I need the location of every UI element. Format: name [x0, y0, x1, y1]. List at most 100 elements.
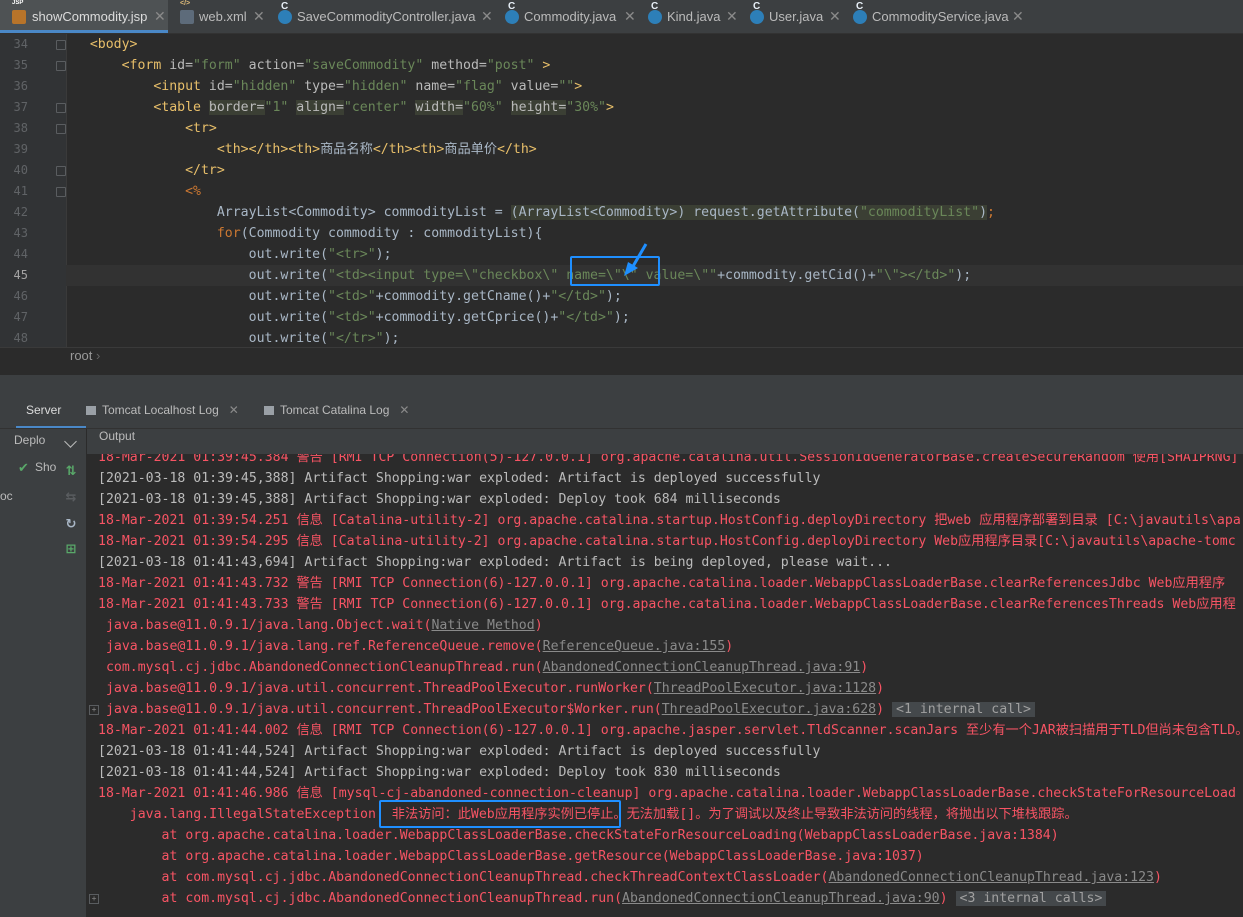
code-line[interactable]: out.write("<td>"+commodity.getCprice()+"… [66, 307, 1243, 328]
code-line[interactable]: <form id="form" action="saveCommodity" m… [66, 55, 1243, 76]
log-line: 18-Mar-2021 01:41:44.002 信息 [RMI TCP Con… [98, 723, 1243, 738]
log-line: 18-Mar-2021 01:39:45.384 警告 [RMI TCP Con… [98, 454, 1239, 465]
close-icon[interactable]: ✕ [481, 0, 493, 33]
close-icon[interactable]: ✕ [829, 0, 841, 33]
log-line: 18-Mar-2021 01:41:43.733 警告 [RMI TCP Con… [98, 597, 1236, 612]
line-number: 42 [13, 205, 28, 219]
line-number: 35 [13, 58, 28, 72]
source-link[interactable]: ThreadPoolExecutor.java:1128 [654, 681, 876, 696]
close-icon[interactable]: ✕ [624, 0, 636, 33]
update-application-icon[interactable]: ⊞ [64, 543, 78, 557]
source-link[interactable]: AbandonedConnectionCleanupThread.java:91 [543, 660, 861, 675]
internal-calls-badge[interactable]: <1 internal call> [892, 702, 1035, 717]
code-line[interactable]: <input id="hidden" type="hidden" name="f… [66, 76, 1243, 97]
line-number-current: 45 [13, 268, 28, 282]
stack-trace-line: java.base@11.0.9.1/java.lang.Object.wait… [98, 618, 543, 633]
line-number: 43 [13, 226, 28, 240]
deploy-icon[interactable]: ⇅ [64, 465, 78, 479]
stack-trace-line: at com.mysql.cj.jdbc.AbandonedConnection… [98, 870, 1162, 885]
tab-commodity-java[interactable]: Commodity.java ✕ [496, 0, 640, 33]
code-line[interactable]: for(Commodity commodity : commodityList)… [66, 223, 1243, 244]
fold-marker-icon[interactable] [56, 187, 66, 197]
chevron-down-icon[interactable] [64, 435, 77, 448]
code-line[interactable]: <table border="1" align="center" width="… [66, 97, 1243, 118]
stack-trace-line: at org.apache.catalina.loader.WebappClas… [98, 828, 1059, 843]
stack-trace-line: java.base@11.0.9.1/java.util.concurrent.… [98, 681, 885, 696]
line-number: 38 [13, 121, 28, 135]
panel-splitter[interactable] [0, 375, 1243, 403]
server-tree-item[interactable]: ✔ Sho [16, 460, 56, 480]
source-link[interactable]: ThreadPoolExecutor.java:628 [662, 702, 876, 717]
check-icon: ✔ [18, 460, 29, 475]
tab-kind-java[interactable]: Kind.java ✕ [640, 0, 742, 33]
java-class-icon [278, 1, 292, 24]
fold-marker-icon[interactable] [56, 61, 66, 71]
fold-marker-icon[interactable] [56, 40, 66, 50]
stack-trace-line: com.mysql.cj.jdbc.AbandonedConnectionCle… [98, 660, 869, 675]
close-icon[interactable]: ✕ [253, 0, 265, 33]
deployment-dropdown[interactable]: Deplo [14, 433, 45, 455]
code-line[interactable]: ArrayList<Commodity> commodityList = (Ar… [66, 202, 1243, 223]
internal-calls-badge[interactable]: <3 internal calls> [955, 891, 1107, 906]
close-icon[interactable]: ✕ [726, 0, 738, 33]
line-number: 37 [13, 100, 28, 114]
tab-savecommoditycontroller-java[interactable]: SaveCommodityController.java ✕ [270, 0, 496, 33]
source-link[interactable]: ReferenceQueue.java:155 [543, 639, 726, 654]
log-icon [264, 406, 274, 415]
tab-showcommodity-jsp[interactable]: showCommodity.jsp ✕ [0, 0, 168, 33]
stack-trace-line: java.base@11.0.9.1/java.util.concurrent.… [98, 699, 1035, 720]
line-number: 40 [13, 163, 28, 177]
stack-trace-line: at com.mysql.cj.jdbc.AbandonedConnection… [98, 888, 1107, 909]
line-number: 48 [13, 331, 28, 345]
fold-marker-icon[interactable] [56, 166, 66, 176]
log-icon [86, 406, 96, 415]
close-icon[interactable]: ✕ [229, 403, 239, 417]
code-line[interactable]: <% [66, 181, 1243, 202]
fold-marker-icon[interactable] [56, 124, 66, 134]
line-number: 36 [13, 79, 28, 93]
code-line[interactable]: out.write("</tr>"); [66, 328, 1243, 349]
tab-user-java[interactable]: User.java ✕ [742, 0, 844, 33]
code-line[interactable]: <body> [66, 34, 1243, 55]
code-line[interactable]: </tr> [66, 160, 1243, 181]
annotation-arrow-icon [624, 243, 648, 276]
services-tab-bar: Server Tomcat Localhost Log ✕ Tomcat Cata… [0, 403, 1243, 429]
breadcrumb-item[interactable]: root › [70, 348, 100, 363]
tab-tomcat-localhost-log[interactable]: Tomcat Localhost Log ✕ [86, 403, 239, 428]
tab-tomcat-catalina-log[interactable]: Tomcat Catalina Log ✕ [264, 403, 409, 428]
java-class-icon [648, 1, 662, 24]
source-link[interactable]: Native Method [431, 618, 534, 633]
output-header: Output [87, 429, 1243, 454]
tab-server[interactable]: Server [16, 403, 86, 428]
line-number: 41 [13, 184, 28, 198]
fold-marker-icon[interactable] [56, 103, 66, 113]
log-line: [2021-03-18 01:39:45,388] Artifact Shopp… [98, 471, 821, 486]
jsp-file-icon [12, 0, 26, 24]
source-link[interactable]: AbandonedConnectionCleanupThread.java:90 [622, 891, 940, 906]
code-line[interactable]: <tr> [66, 118, 1243, 139]
console-output[interactable]: 18-Mar-2021 01:39:45.384 警告 [RMI TCP Con… [87, 454, 1243, 917]
log-line: 18-Mar-2021 01:41:43.732 警告 [RMI TCP Con… [98, 576, 1226, 591]
log-line: [2021-03-18 01:39:45,388] Artifact Shopp… [98, 492, 781, 507]
close-icon[interactable]: ✕ [399, 403, 409, 417]
close-icon[interactable]: ✕ [1012, 0, 1024, 33]
annotation-highlight-box [379, 800, 621, 828]
line-number: 39 [13, 142, 28, 156]
code-line[interactable]: out.write("<td>"+commodity.getCname()+"<… [66, 286, 1243, 307]
close-icon[interactable]: ✕ [154, 0, 166, 33]
line-number: 44 [13, 247, 28, 261]
undeploy-icon[interactable]: ⇆ [64, 491, 78, 505]
code-editor[interactable]: 34 35 36 37 38 39 40 41 42 43 44 45 46 4… [0, 34, 1243, 347]
log-line: 18-Mar-2021 01:41:46.986 信息 [mysql-cj-ab… [98, 786, 1236, 801]
tab-web-xml[interactable]: web.xml ✕ [168, 0, 270, 33]
log-line: [2021-03-18 01:41:44,524] Artifact Shopp… [98, 744, 821, 759]
services-tree-panel: Deplo ✔ Sho oc ⇅ ⇆ ↻ ⊞ [0, 429, 87, 917]
editor-tab-bar: showCommodity.jsp ✕ web.xml ✕ SaveCommod… [0, 0, 1243, 34]
refresh-icon[interactable]: ↻ [64, 518, 78, 532]
line-number-gutter: 34 35 36 37 38 39 40 41 42 43 44 45 46 4… [0, 34, 67, 347]
tab-commodityservice-java[interactable]: CommodityService.java ✕ [844, 0, 1034, 33]
log-line: 18-Mar-2021 01:39:54.295 信息 [Catalina-ut… [98, 534, 1236, 549]
java-class-icon [853, 1, 867, 24]
code-line[interactable]: <th></th><th>商品名称</th><th>商品单价</th> [66, 139, 1243, 160]
source-link[interactable]: AbandonedConnectionCleanupThread.java:12… [828, 870, 1154, 885]
